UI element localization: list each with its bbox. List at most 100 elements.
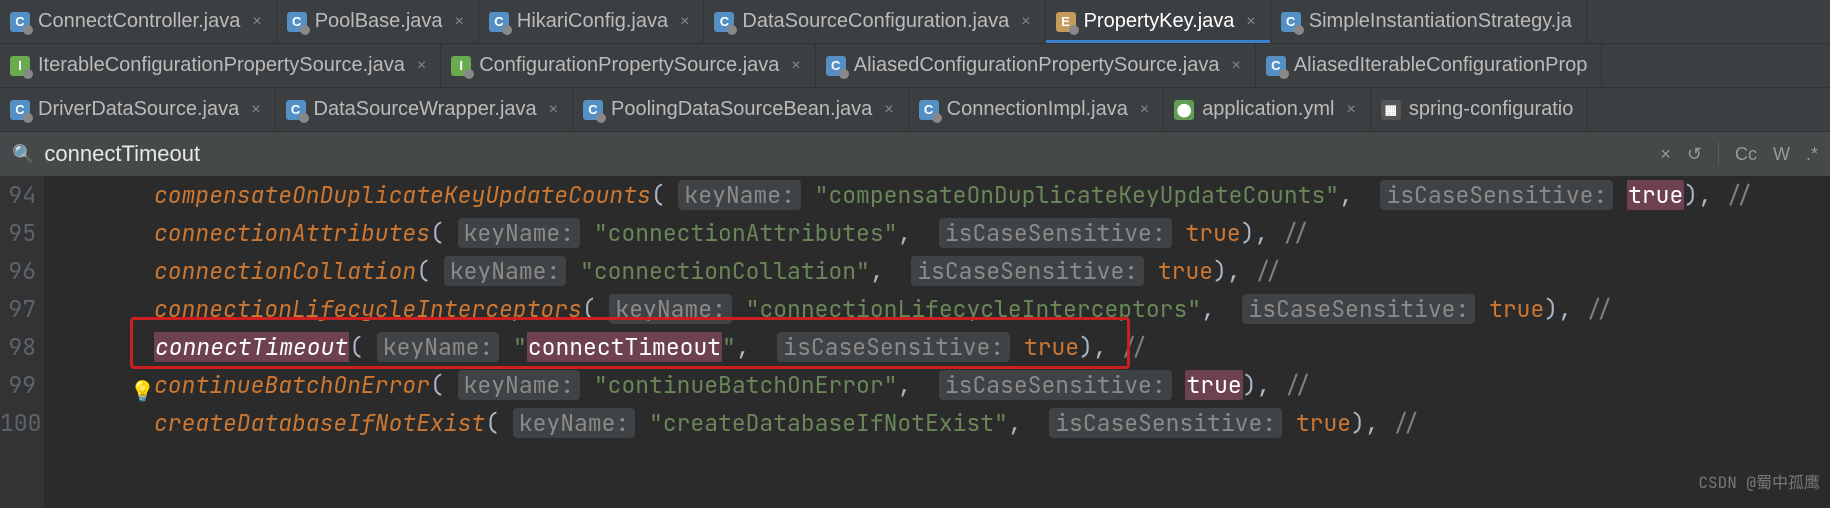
close-tab-icon[interactable]: × [413,57,426,75]
editor-tab[interactable]: IIterableConfigurationPropertySource.jav… [0,44,441,87]
editor-tab[interactable]: ▦spring-configuratio [1371,88,1589,131]
close-tab-icon[interactable]: × [545,101,558,119]
lock-icon [23,25,33,35]
code-line[interactable]: connectionAttributes( keyName: "connecti… [44,214,1830,252]
string-literal: "connectTimeout" [513,332,736,362]
enum-file-icon: E [1056,12,1076,32]
search-icon: 🔍 [12,144,34,165]
lock-icon [1069,25,1079,35]
string-literal: "connectionCollation" [580,256,870,286]
comment: // [1254,256,1282,286]
tab-label: DriverDataSource.java [38,98,239,121]
editor[interactable]: 949596979899100 compensateOnDuplicateKey… [0,176,1830,508]
code-line[interactable]: continueBatchOnError( keyName: "continue… [44,366,1830,404]
enum-constant: compensateOnDuplicateKeyUpdateCounts [154,180,651,210]
close-tab-icon[interactable]: × [880,101,893,119]
parameter-hint: keyName: [377,332,499,362]
editor-tab[interactable]: C PoolingDataSourceBean.java × [573,88,909,131]
tab-label: DataSourceConfiguration.java [742,10,1009,33]
enum-constant: connectTimeout [154,332,349,362]
editor-tab[interactable]: CDataSourceWrapper.java× [276,88,573,131]
lock-icon [300,25,310,35]
enum-constant: connectionAttributes [154,218,430,248]
close-tab-icon[interactable]: × [247,101,260,119]
close-tab-icon[interactable]: × [1017,13,1030,31]
enum-constant: connectionLifecycleInterceptors [154,294,582,324]
close-tab-icon[interactable]: × [248,13,261,31]
close-tab-icon[interactable]: × [1342,101,1355,119]
parameter-hint: isCaseSensitive: [939,370,1172,400]
editor-tab[interactable]: CHikariConfig.java× [479,0,705,43]
tab-label: PoolingDataSourceBean.java [611,98,872,121]
line-number: 95 [0,214,36,252]
editor-tab[interactable]: CPoolBase.java× [277,0,479,43]
boolean-literal: true [1185,370,1242,400]
parameter-hint: isCaseSensitive: [1242,294,1475,324]
parameter-hint: isCaseSensitive: [939,218,1172,248]
whole-word-toggle[interactable]: W [1773,144,1790,165]
string-literal: "compensateOnDuplicateKeyUpdateCounts" [815,180,1339,210]
tab-bar: CConnectController.java×CPoolBase.java× C… [0,0,1830,44]
boolean-literal: true [1296,408,1351,438]
editor-tab[interactable]: CAliasedConfigurationPropertySource.java… [816,44,1256,87]
close-search-icon[interactable]: × [1660,144,1671,165]
code-line[interactable]: createDatabaseIfNotExist( keyName: "crea… [44,404,1830,442]
parameter-hint: keyName: [513,408,635,438]
search-input[interactable] [44,141,1650,167]
intention-bulb-icon[interactable]: 💡 [130,372,155,410]
line-number: 97 [0,290,36,328]
find-bar: 🔍 × ↺ Cc W .* [0,132,1830,176]
parameter-hint: keyName: [458,218,580,248]
editor-tab[interactable]: CConnectController.java× [0,0,277,43]
editor-tab[interactable]: CAliasedIterableConfigurationProp [1256,44,1603,87]
editor-tab[interactable]: IConfigurationPropertySource.java× [441,44,816,87]
editor-tab[interactable]: C DataSourceConfiguration.java × [704,0,1045,43]
editor-tab[interactable]: CDriverDataSource.java× [0,88,276,131]
close-tab-icon[interactable]: × [676,13,689,31]
line-number: 94 [0,176,36,214]
tab-label: ConfigurationPropertySource.java [479,54,779,77]
close-tab-icon[interactable]: × [1242,13,1255,31]
code-line[interactable]: connectionCollation( keyName: "connectio… [44,252,1830,290]
editor-tab[interactable]: ⬤application.yml× [1164,88,1371,131]
lock-icon [299,113,309,123]
parameter-hint: isCaseSensitive: [911,256,1144,286]
lock-icon [1294,25,1304,35]
lock-icon [727,25,737,35]
match-case-toggle[interactable]: Cc [1735,144,1757,165]
close-tab-icon[interactable]: × [1136,101,1149,119]
close-tab-icon[interactable]: × [1228,57,1241,75]
comment: // [1392,408,1420,438]
class-file-icon: C [919,100,939,120]
comment: // [1726,180,1754,210]
regex-toggle[interactable]: .* [1806,144,1818,165]
code-line[interactable]: connectionLifecycleInterceptors( keyName… [44,290,1830,328]
string-literal: "connectionAttributes" [594,218,898,248]
editor-tab[interactable]: CSimpleInstantiationStrategy.ja [1271,0,1587,43]
class-file-icon: C [714,12,734,32]
editor-tab[interactable]: EPropertyKey.java× [1046,0,1271,43]
class-file-icon: C [10,12,30,32]
class-file-icon: C [1281,12,1301,32]
tab-label: DataSourceWrapper.java [314,98,537,121]
editor-tab[interactable]: CConnectionImpl.java× [909,88,1165,131]
interface-file-icon: I [10,56,30,76]
undo-icon[interactable]: ↺ [1687,144,1702,165]
close-tab-icon[interactable]: × [787,57,800,75]
tab-bar: C DriverDataSource.java × C DataSourceWrappe… [0,88,1830,132]
parameter-hint: keyName: [444,256,566,286]
code-area[interactable]: compensateOnDuplicateKeyUpdateCounts( ke… [44,176,1830,508]
tab-label: HikariConfig.java [517,10,668,33]
file-file-icon: ▦ [1381,100,1401,120]
boolean-literal: true [1158,256,1213,286]
comment: // [1284,370,1312,400]
close-tab-icon[interactable]: × [451,13,464,31]
boolean-literal: true [1185,218,1240,248]
lock-icon [464,69,474,79]
code-line[interactable]: connectTimeout( keyName: "connectTimeout… [44,328,1830,366]
parameter-hint: isCaseSensitive: [1049,408,1282,438]
class-file-icon: C [826,56,846,76]
line-number: 99 [0,366,36,404]
code-line[interactable]: compensateOnDuplicateKeyUpdateCounts( ke… [44,176,1830,214]
class-file-icon: C [583,100,603,120]
